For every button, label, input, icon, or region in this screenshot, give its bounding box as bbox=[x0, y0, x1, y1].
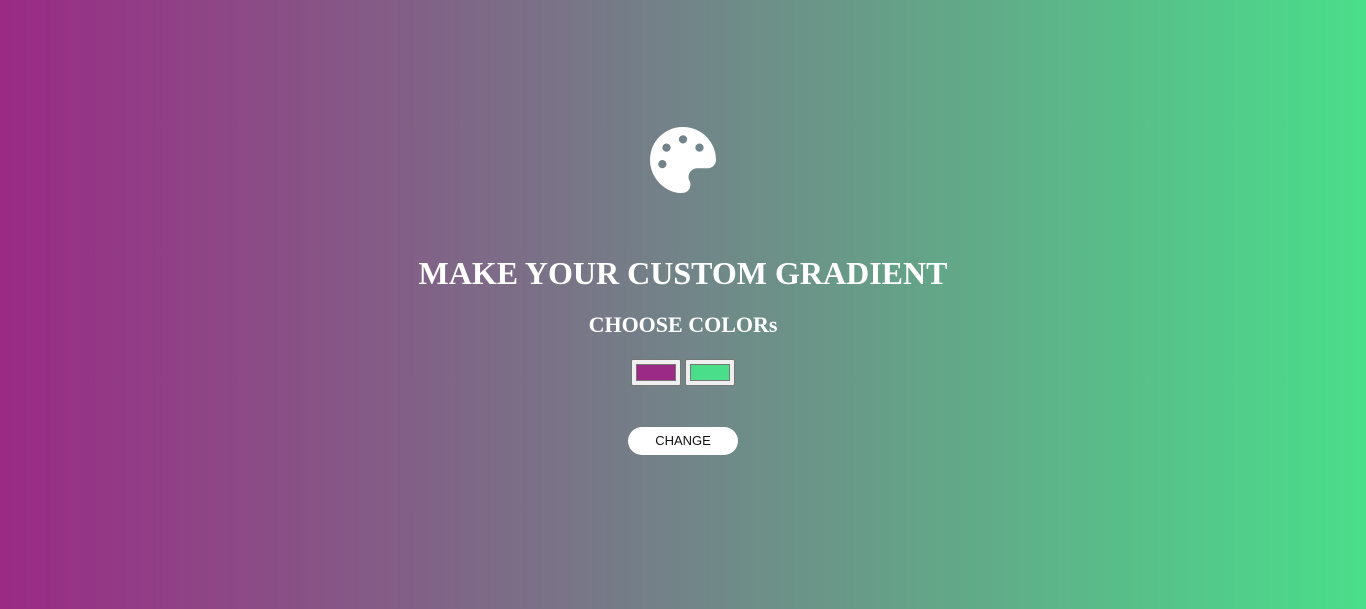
color-picker-1[interactable] bbox=[631, 359, 681, 386]
palette-icon bbox=[650, 127, 716, 193]
color-swatch-1 bbox=[636, 364, 676, 381]
change-button[interactable]: CHANGE bbox=[628, 427, 738, 455]
page-title: MAKE YOUR CUSTOM GRADIENT bbox=[418, 255, 948, 291]
gradient-page: MAKE YOUR CUSTOM GRADIENT CHOOSE COLORs … bbox=[0, 0, 1366, 609]
color-swatch-2 bbox=[690, 364, 730, 381]
choose-colors-heading: CHOOSE COLORs bbox=[588, 312, 778, 337]
color-picker-2[interactable] bbox=[685, 359, 735, 386]
